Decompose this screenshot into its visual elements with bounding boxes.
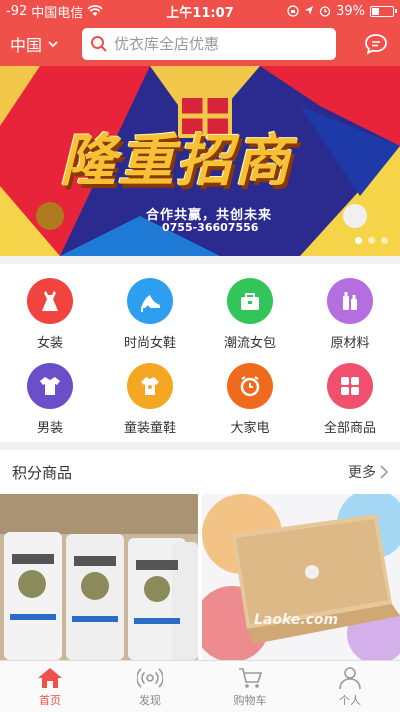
- category-womens-clothing[interactable]: 女装: [0, 278, 100, 363]
- battery-icon: [370, 5, 397, 17]
- clock-icon: [227, 363, 273, 409]
- message-icon: [365, 34, 387, 55]
- promo-banner[interactable]: 隆重招商 合作共赢，共创未来 0755-36607556: [0, 66, 400, 256]
- tab-profile[interactable]: 个人: [300, 661, 400, 712]
- category-appliances[interactable]: 大家电: [200, 363, 300, 448]
- category-all[interactable]: 全部商品: [300, 363, 400, 448]
- tab-label: 个人: [339, 693, 361, 707]
- carousel-dot[interactable]: [368, 237, 375, 244]
- rice-bags-image: [0, 494, 198, 660]
- carousel-indicator[interactable]: [355, 237, 388, 244]
- broadcast-icon: [137, 667, 163, 688]
- bottles-icon: [327, 278, 373, 324]
- watermark-text: Laoke.com: [254, 612, 339, 628]
- person-icon: [339, 666, 361, 689]
- category-label: 大家电: [230, 421, 270, 436]
- section-title: 积分商品: [12, 463, 73, 482]
- more-label: 更多: [348, 465, 376, 481]
- dress-icon: [27, 278, 73, 324]
- category-label: 女装: [36, 336, 63, 351]
- top-header: 中国: [0, 22, 400, 66]
- tab-cart[interactable]: 购物车: [200, 661, 300, 712]
- shirt-icon: [27, 363, 73, 409]
- signal-strength: -92: [6, 3, 28, 19]
- city-selector[interactable]: 中国: [10, 32, 82, 56]
- city-label: 中国: [10, 36, 43, 55]
- category-label: 全部商品: [323, 421, 376, 436]
- status-time: 上午11:07: [166, 5, 234, 21]
- alarm-icon: [319, 6, 331, 17]
- category-womens-shoes[interactable]: 时尚女鞋: [100, 278, 200, 363]
- laptop-image: [202, 494, 400, 660]
- category-label: 原材料: [330, 336, 370, 351]
- category-grid: 女装 时尚女鞋 潮流女包 原材料 男装 童装童鞋 大家电 全部商品: [0, 264, 400, 442]
- tab-label: 购物车: [233, 693, 267, 707]
- points-products: Laoke.com: [0, 494, 400, 660]
- orientation-lock-icon: [287, 5, 299, 17]
- carrier-name: 中国电信: [31, 5, 84, 21]
- message-button[interactable]: [362, 30, 390, 58]
- bottom-tab-bar: 首页 发现 购物车 个人: [0, 660, 400, 712]
- home-icon: [38, 667, 62, 688]
- tab-home[interactable]: 首页: [0, 661, 100, 712]
- kids-clothes-icon: [127, 363, 173, 409]
- status-bar: -92 中国电信 上午11:07 39%: [0, 0, 400, 22]
- chevron-right-icon: [380, 465, 388, 479]
- category-kids[interactable]: 童装童鞋: [100, 363, 200, 448]
- search-icon: [91, 36, 107, 52]
- battery-percent: 39%: [336, 3, 365, 19]
- banner-title: 隆重招商: [60, 129, 292, 194]
- product-card-laptop[interactable]: Laoke.com: [202, 494, 400, 660]
- high-heel-icon: [127, 278, 173, 324]
- grid-icon: [327, 363, 373, 409]
- product-card-rice[interactable]: [0, 494, 198, 660]
- search-box[interactable]: [82, 28, 336, 60]
- more-link[interactable]: 更多: [348, 462, 388, 482]
- points-section-header: 积分商品 更多: [0, 450, 400, 494]
- tab-label: 首页: [39, 693, 61, 707]
- carousel-dot[interactable]: [355, 237, 362, 244]
- category-mens-clothing[interactable]: 男装: [0, 363, 100, 448]
- category-label: 潮流女包: [223, 336, 276, 351]
- search-input[interactable]: [114, 35, 314, 53]
- wifi-icon: [87, 5, 103, 16]
- category-handbags[interactable]: 潮流女包: [200, 278, 300, 363]
- handbag-icon: [227, 278, 273, 324]
- chevron-down-icon: [48, 40, 58, 47]
- tab-discover[interactable]: 发现: [100, 661, 200, 712]
- carousel-dot[interactable]: [381, 237, 388, 244]
- category-label: 童装童鞋: [123, 421, 176, 436]
- cart-icon: [239, 667, 263, 688]
- category-label: 男装: [36, 421, 63, 436]
- category-raw-materials[interactable]: 原材料: [300, 278, 400, 363]
- banner-phone: 0755-36607556: [162, 221, 259, 234]
- category-label: 时尚女鞋: [123, 336, 176, 351]
- tab-label: 发现: [139, 693, 161, 707]
- location-icon: [305, 6, 314, 15]
